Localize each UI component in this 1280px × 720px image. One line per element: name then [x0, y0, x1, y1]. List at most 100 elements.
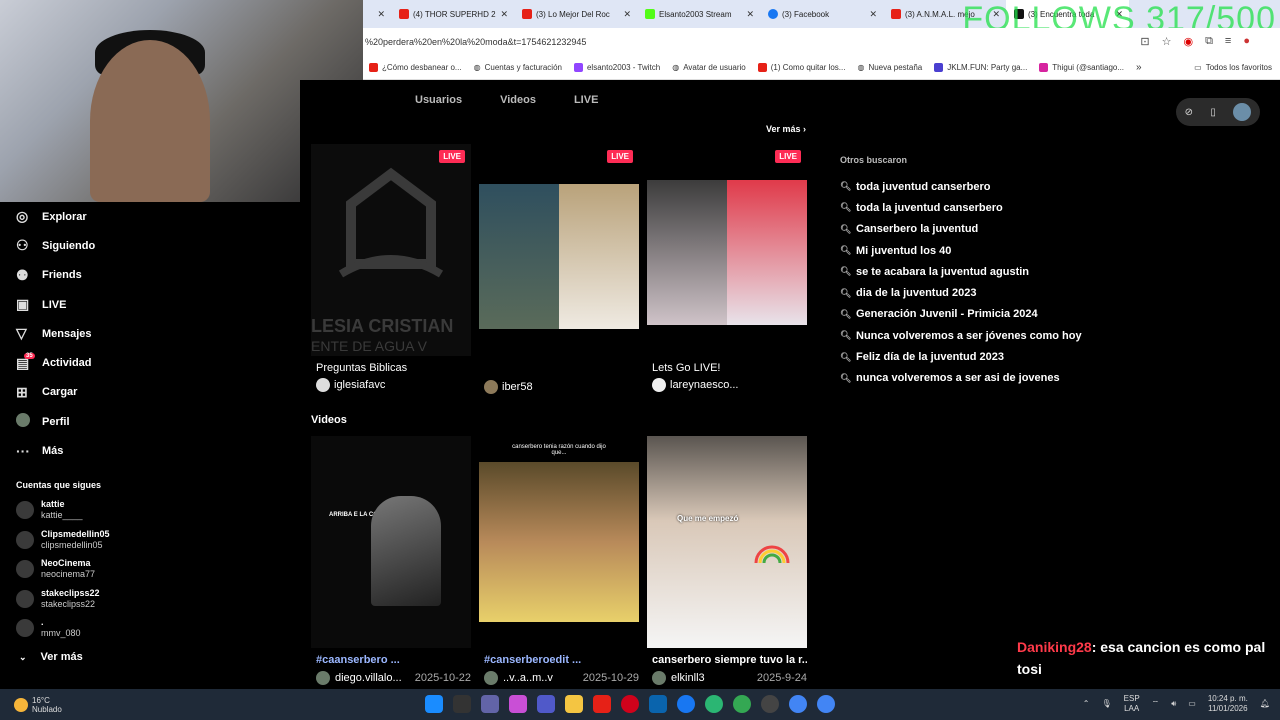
- suggestion-item[interactable]: 🔍︎ dia de la juventud 2023: [840, 282, 1082, 303]
- bookmark-item[interactable]: elsanto2003 - Twitch: [568, 63, 666, 72]
- battery-icon[interactable]: ▭: [1188, 699, 1196, 709]
- volume-icon[interactable]: 🔊︎: [1171, 699, 1176, 709]
- following-account[interactable]: Clipsmedellin05 clipsmedellin05: [0, 525, 300, 555]
- copilot-icon[interactable]: [509, 695, 527, 713]
- teams-icon[interactable]: [537, 695, 555, 713]
- suggestion-item[interactable]: 🔍︎ se te acabara la juventud agustin: [840, 261, 1082, 282]
- video-card[interactable]: canserbero tenia razón cuando dijo que..…: [479, 436, 639, 685]
- video-thumbnail[interactable]: ARRIBA E LA COLA: [311, 436, 471, 648]
- close-icon[interactable]: ✕: [500, 9, 508, 20]
- clock[interactable]: 10:24 p. m. 11/01/2026: [1208, 694, 1248, 714]
- nav-actividad[interactable]: ▤ 35 Actividad: [0, 348, 300, 377]
- live-card[interactable]: LIVE Lets Go LIVE! lareynaesco...: [647, 144, 807, 392]
- windows-start-icon[interactable]: [425, 695, 443, 713]
- following-account[interactable]: NeoCinema neocinema77: [0, 555, 300, 585]
- suggestion-item[interactable]: 🔍︎ Canserbero la juventud: [840, 219, 1082, 240]
- see-more-live[interactable]: Ver más ›: [766, 124, 806, 134]
- suggestion-item[interactable]: 🔍︎ Feliz día de la juventud 2023: [840, 346, 1082, 367]
- youtube-app-icon[interactable]: [593, 695, 611, 713]
- suggestion-item[interactable]: 🔍︎ Mi juventud los 40: [840, 240, 1082, 261]
- star-icon[interactable]: ☆: [1162, 35, 1172, 48]
- avatar[interactable]: [1233, 103, 1252, 121]
- opera-icon[interactable]: ◉: [1183, 35, 1193, 48]
- opera-icon[interactable]: [621, 695, 639, 713]
- chrome-profile-icon[interactable]: [817, 695, 835, 713]
- suggestion-item[interactable]: 🔍︎ nunca volveremos a ser asi de jovenes: [840, 368, 1082, 389]
- video-thumbnail[interactable]: Que me empezó: [647, 436, 807, 648]
- bookmark-item[interactable]: Thigui (@santiago...: [1033, 63, 1130, 72]
- bookmark-item[interactable]: ◍ Cuentas y facturación: [468, 63, 568, 72]
- following-account[interactable]: kattie kattie____: [0, 496, 300, 526]
- wifi-icon[interactable]: ⌔: [1152, 699, 1160, 709]
- username[interactable]: ..v..a..m..v: [503, 672, 553, 684]
- install-icon[interactable]: ⊡: [1140, 35, 1149, 48]
- obs-icon[interactable]: [761, 695, 779, 713]
- extensions-icon[interactable]: ⧉: [1205, 35, 1213, 48]
- bookmark-item[interactable]: ◍ Avatar de usuario: [666, 63, 752, 72]
- microphone-icon[interactable]: 🎙︎: [1102, 699, 1112, 709]
- close-icon[interactable]: ✕: [746, 9, 754, 20]
- nav-live[interactable]: ▣ LIVE: [0, 290, 300, 319]
- suggestion-item[interactable]: 🔍︎ Generación Juvenil - Primicia 2024: [840, 304, 1082, 325]
- bookmark-item[interactable]: JKLM.FUN: Party ga...: [928, 63, 1033, 72]
- live-thumbnail[interactable]: LESIA CRISTIAN ENTE DE AGUA V LIVE: [311, 144, 471, 356]
- see-more-following[interactable]: ⌄ Ver más: [0, 643, 300, 671]
- nav-friends[interactable]: ⚉ Friends: [0, 261, 300, 290]
- chat-app-icon[interactable]: [481, 695, 499, 713]
- file-explorer-icon[interactable]: [565, 695, 583, 713]
- following-account[interactable]: . mmv_080: [0, 614, 300, 644]
- browser-tab[interactable]: (4) THOR SUPERHD 2 ✕: [391, 0, 514, 28]
- nav-explorar[interactable]: ◎ Explorar: [0, 202, 300, 231]
- chrome-icon[interactable]: [733, 695, 751, 713]
- chevron-up-icon[interactable]: ⌃: [1083, 699, 1090, 709]
- chrome-profile-icon[interactable]: [789, 695, 807, 713]
- video-thumbnail[interactable]: canserbero tenia razón cuando dijo que..…: [479, 436, 639, 648]
- tab-usuarios[interactable]: Usuarios: [415, 94, 462, 106]
- url-text[interactable]: %20perdera%20en%20la%20moda&t=1754621232…: [365, 37, 586, 47]
- playlist-icon[interactable]: ≡: [1225, 35, 1231, 48]
- nav-siguiendo[interactable]: ⚇ Siguiendo: [0, 231, 300, 260]
- live-user[interactable]: iber58: [479, 380, 639, 394]
- store-icon[interactable]: [649, 695, 667, 713]
- coins-icon[interactable]: ⊘: [1185, 107, 1193, 118]
- chevron-right-icon[interactable]: »: [1136, 62, 1142, 73]
- browser-tab[interactable]: (3) Facebook ✕: [760, 0, 883, 28]
- weather-widget[interactable]: 16°C Nublado: [0, 696, 150, 714]
- nav-mas[interactable]: ··· Más: [0, 436, 300, 465]
- live-user[interactable]: lareynaesco...: [647, 378, 807, 392]
- video-card[interactable]: Que me empezó canserbero siempre tuvo la…: [647, 436, 807, 685]
- video-card[interactable]: ARRIBA E LA COLA #caanserbero ... diego.…: [311, 436, 471, 685]
- bookmark-item[interactable]: ¿Cómo desbanear o...: [363, 63, 468, 72]
- live-thumbnail[interactable]: LIVE: [479, 144, 639, 356]
- username[interactable]: elkinll3: [671, 672, 705, 684]
- following-account[interactable]: stakeclipss22 stakeclipss22: [0, 584, 300, 614]
- close-icon[interactable]: ✕: [623, 9, 631, 20]
- profile-icon[interactable]: ●: [1243, 35, 1250, 48]
- tab-live[interactable]: LIVE: [574, 94, 598, 106]
- notification-icon[interactable]: 🔔︎: [1260, 699, 1270, 709]
- close-icon[interactable]: ✕: [377, 9, 385, 20]
- nav-cargar[interactable]: ⊞ Cargar: [0, 378, 300, 407]
- language-indicator[interactable]: ESP LAA: [1124, 694, 1140, 714]
- phone-icon[interactable]: ▯: [1210, 107, 1216, 118]
- facebook-app-icon[interactable]: [677, 695, 695, 713]
- suggestion-item[interactable]: 🔍︎ Nunca volveremos a ser jóvenes como ho…: [840, 325, 1082, 346]
- nav-perfil[interactable]: Perfil: [0, 407, 300, 436]
- bookmark-item[interactable]: ◍ Nueva pestaña: [851, 63, 928, 72]
- task-view-icon[interactable]: [453, 695, 471, 713]
- address-bar[interactable]: %20perdera%20en%20la%20moda&t=1754621232…: [363, 28, 1280, 56]
- edge-icon[interactable]: [705, 695, 723, 713]
- username[interactable]: diego.villalo...: [335, 672, 402, 684]
- live-card[interactable]: LIVE iber58: [479, 144, 639, 394]
- suggestion-item[interactable]: 🔍︎ toda juventud canserbero: [840, 176, 1082, 197]
- close-icon[interactable]: ✕: [869, 9, 877, 20]
- tab-partial[interactable]: ✕: [363, 0, 391, 28]
- live-user[interactable]: iglesiafavc: [311, 378, 471, 392]
- nav-mensajes[interactable]: ▽ Mensajes: [0, 319, 300, 348]
- live-thumbnail[interactable]: LIVE: [647, 144, 807, 356]
- live-card[interactable]: LESIA CRISTIAN ENTE DE AGUA V LIVE Pregu…: [311, 144, 471, 392]
- browser-tab[interactable]: (3) Lo Mejor Del Roc ✕: [514, 0, 637, 28]
- tab-videos[interactable]: Videos: [500, 94, 536, 106]
- all-bookmarks[interactable]: ▭ Todos los favoritos: [1194, 63, 1280, 72]
- suggestion-item[interactable]: 🔍︎ toda la juventud canserbero: [840, 197, 1082, 218]
